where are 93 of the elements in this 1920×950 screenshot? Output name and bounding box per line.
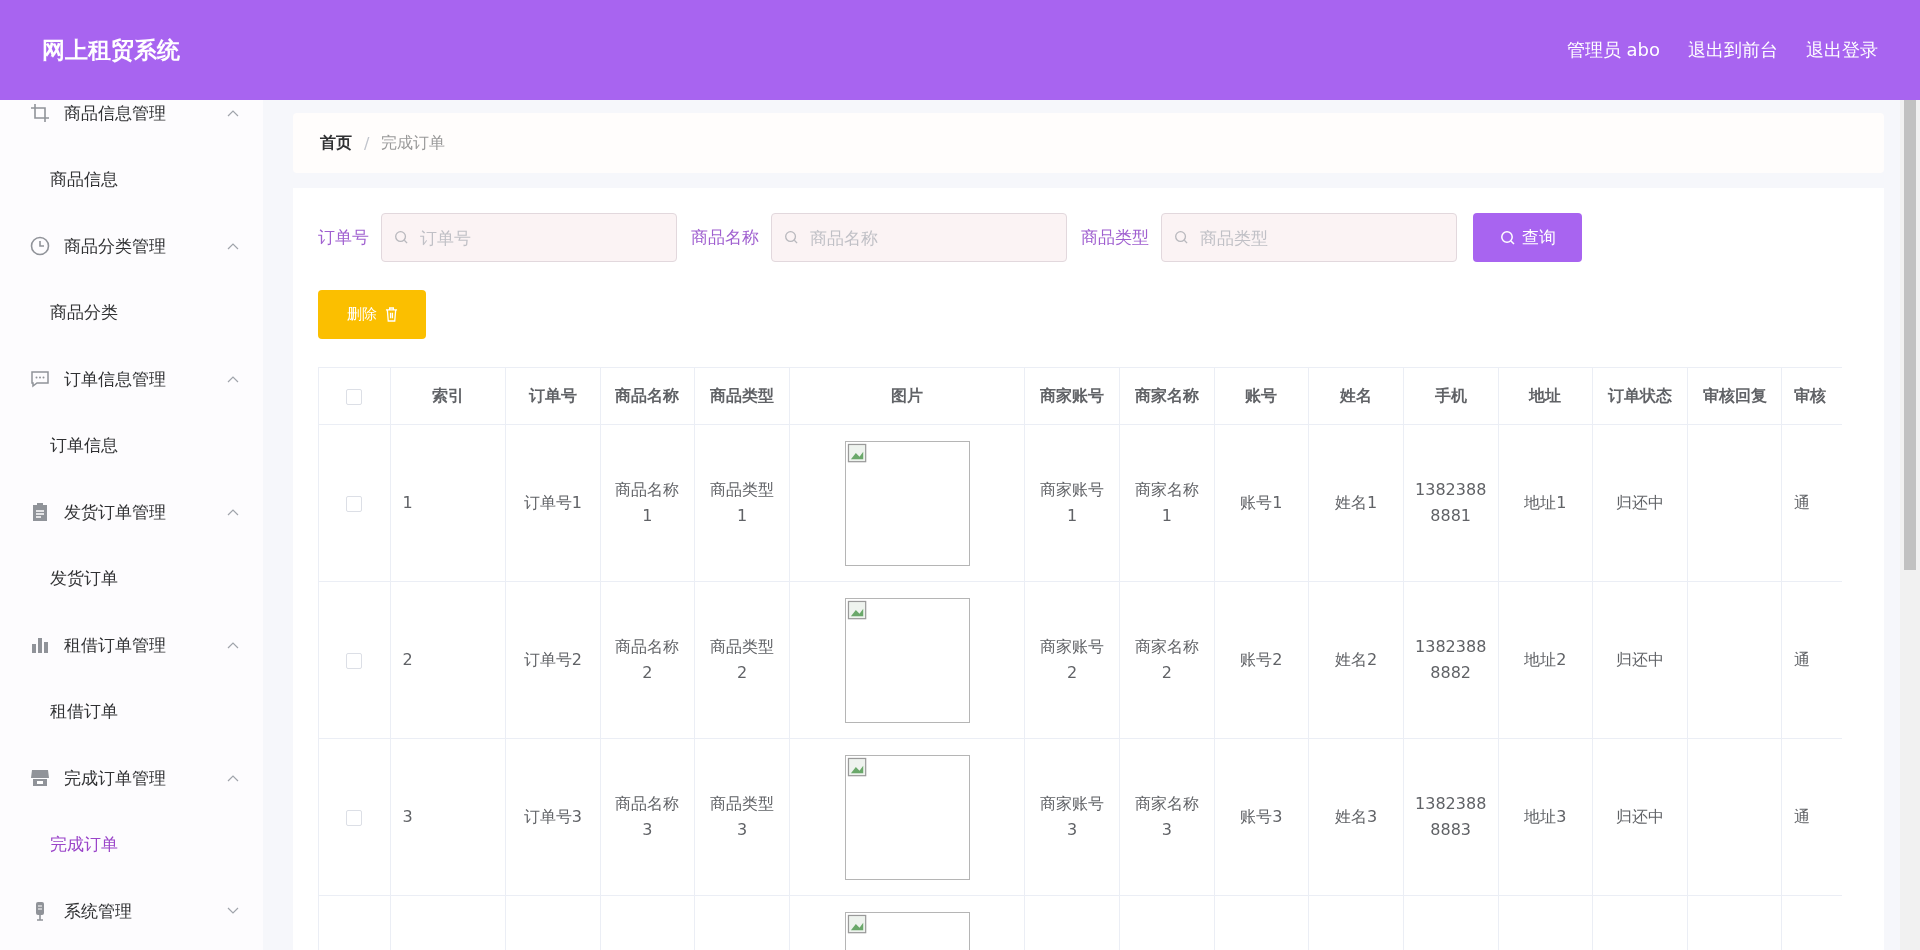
table-cell-text: 订单号2 <box>523 648 582 671</box>
table-cell-text: 地址2 <box>1524 648 1567 671</box>
header-link[interactable]: 退出登录 <box>1806 38 1878 62</box>
table-cell-text: 地址3 <box>1524 805 1567 828</box>
app-title: 网上租贸系统 <box>42 35 180 65</box>
column-header: 商家账号 <box>1024 367 1120 425</box>
breadcrumb-separator: / <box>364 133 370 153</box>
menu-group[interactable]: 商品信息管理 <box>0 100 263 146</box>
clock-icon <box>30 236 50 256</box>
menu-group[interactable]: 商品分类管理 <box>0 213 263 279</box>
table-cell-text: 商家名称3 <box>1134 792 1199 841</box>
column-header: 商品名称 <box>600 367 695 425</box>
scrollbar[interactable] <box>1900 100 1920 950</box>
column-header: 订单号 <box>505 367 601 425</box>
search-field[interactable]: 商品类型 <box>1161 213 1457 262</box>
table-cell-text: 商家账号1 <box>1040 478 1105 527</box>
table-cell-text: 1 <box>402 491 413 514</box>
table-cell-text: 订单号1 <box>523 491 582 514</box>
table-cell-text: 账号3 <box>1240 805 1283 828</box>
menu-group[interactable]: 租借订单管理 <box>0 612 263 678</box>
crop-icon <box>30 103 50 123</box>
header-link[interactable]: 管理员 abo <box>1566 38 1660 62</box>
table-cell-text: 13823888882 <box>1415 635 1487 684</box>
row-checkbox[interactable] <box>346 810 363 826</box>
table-cell-text: 归还中 <box>1615 805 1664 828</box>
table-cell-text: 通 <box>1794 805 1811 828</box>
table-cell-text: 商品类型3 <box>710 792 775 841</box>
table-cell-text: 商家账号3 <box>1040 792 1105 841</box>
table-cell-text: 13823888883 <box>1415 792 1487 841</box>
table-cell-text: 地址1 <box>1524 491 1567 514</box>
table-cell-text: 账号1 <box>1240 491 1283 514</box>
table-cell-text: 13823888881 <box>1415 478 1487 527</box>
select-all-checkbox[interactable] <box>346 389 363 405</box>
menu-item[interactable]: 完成订单 <box>0 811 263 878</box>
table-cell-text: 姓名1 <box>1334 491 1378 514</box>
table-cell-text: 商家账号2 <box>1040 635 1105 684</box>
column-header: 审核回复 <box>1687 367 1782 425</box>
field-label: 商品类型 <box>1081 226 1149 249</box>
column-header: 商品类型 <box>694 367 790 425</box>
column-header: 姓名 <box>1308 367 1404 425</box>
table-cell-text: 通 <box>1794 648 1811 671</box>
table-cell-text: 通 <box>1794 491 1811 514</box>
store-icon <box>30 768 50 788</box>
search-icon <box>784 230 799 245</box>
bar-chart-icon <box>30 635 50 655</box>
table-cell-text: 订单号3 <box>523 805 582 828</box>
column-header: 商家名称 <box>1119 367 1215 425</box>
field-label: 商品名称 <box>691 226 759 249</box>
menu-group[interactable]: 订单信息管理 <box>0 346 263 412</box>
table-cell-text: 商品类型1 <box>710 478 775 527</box>
row-checkbox[interactable] <box>346 496 363 512</box>
column-header: 审核 <box>1781 367 1842 425</box>
table-cell-text: 姓名3 <box>1334 805 1378 828</box>
table-cell-text: 商家名称2 <box>1134 635 1199 684</box>
column-header: 地址 <box>1498 367 1593 425</box>
table-cell-text: 账号2 <box>1240 648 1283 671</box>
table-cell-text: 商家名称1 <box>1134 478 1199 527</box>
menu-item[interactable]: 商品信息 <box>0 146 263 213</box>
menu-item[interactable]: 商品分类 <box>0 279 263 346</box>
chat-bubble-icon <box>30 369 50 389</box>
search-icon <box>394 230 409 245</box>
row-checkbox[interactable] <box>346 653 363 669</box>
table-cell-text: 归还中 <box>1615 491 1664 514</box>
column-header: 订单状态 <box>1592 367 1688 425</box>
menu-group[interactable]: 发货订单管理 <box>0 479 263 545</box>
column-header: 索引 <box>390 367 506 425</box>
table-cell-text: 姓名2 <box>1334 648 1378 671</box>
search-icon <box>1499 229 1516 246</box>
menu-group[interactable]: 系统管理 <box>0 878 263 944</box>
column-header: 图片 <box>789 367 1025 425</box>
field-label: 订单号 <box>318 226 369 249</box>
column-header: 手机 <box>1403 367 1498 425</box>
table-cell-text: 商品名称1 <box>615 478 680 527</box>
table-cell-text: 商品名称3 <box>615 792 680 841</box>
search-field[interactable]: 订单号 <box>381 213 677 262</box>
search-button[interactable]: 查询 <box>1473 213 1582 262</box>
header-link[interactable]: 退出到前台 <box>1688 38 1778 62</box>
trash-icon <box>384 307 398 322</box>
breadcrumb-item: 完成订单 <box>381 132 446 154</box>
column-header: 账号 <box>1214 367 1309 425</box>
search-icon <box>1174 230 1189 245</box>
table-cell-text: 商品名称2 <box>615 635 680 684</box>
table-cell-text: 商品类型2 <box>710 635 775 684</box>
menu-item[interactable]: 订单信息 <box>0 412 263 479</box>
menu-group[interactable]: 完成订单管理 <box>0 745 263 811</box>
breadcrumb-item[interactable]: 首页 <box>320 132 352 154</box>
menu-item[interactable]: 租借订单 <box>0 678 263 745</box>
menu-item[interactable]: 发货订单 <box>0 545 263 612</box>
clipboard-icon <box>30 502 50 522</box>
search-field[interactable]: 商品名称 <box>771 213 1067 262</box>
table-cell-text: 归还中 <box>1615 648 1664 671</box>
table-cell-text: 2 <box>402 648 413 671</box>
table-cell-text: 3 <box>402 805 413 828</box>
